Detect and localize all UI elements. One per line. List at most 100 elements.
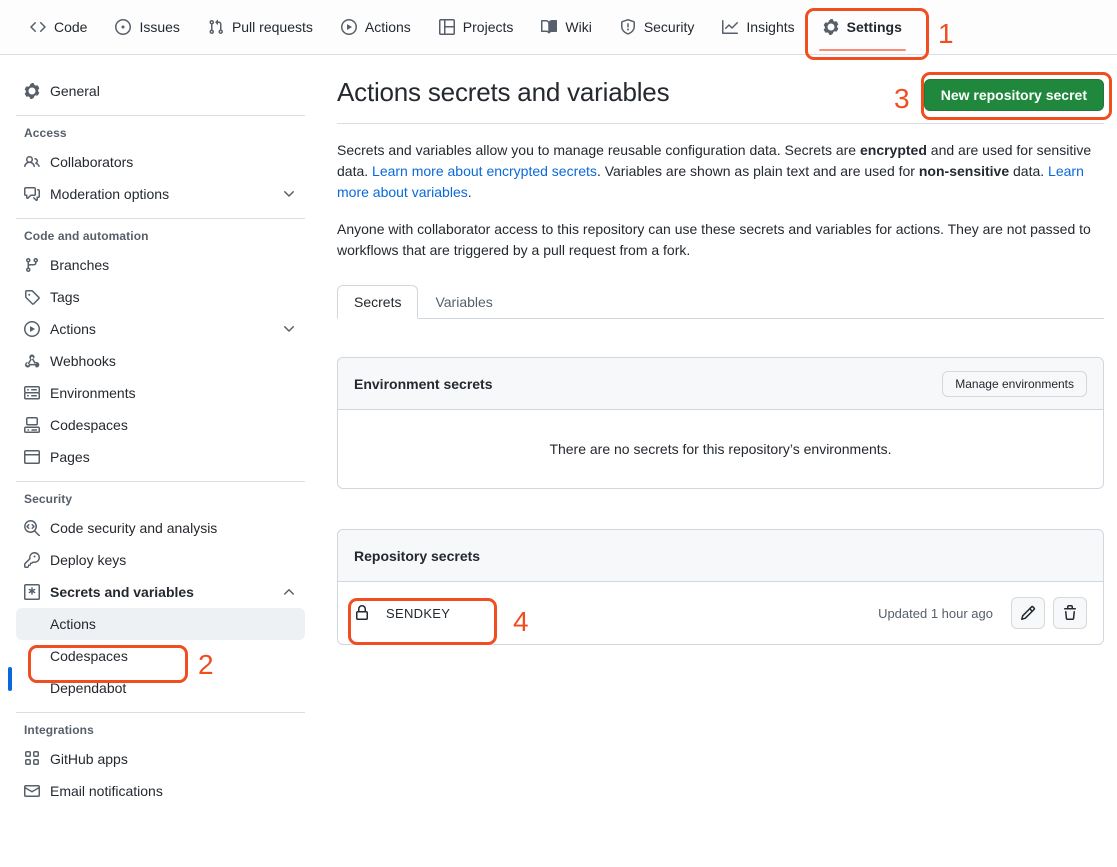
sidebar-item-secrets-codespaces[interactable]: Codespaces <box>16 640 305 672</box>
sidebar-item-label: Actions <box>50 616 96 632</box>
sidebar-item-collaborators[interactable]: Collaborators <box>16 146 305 178</box>
tab-code[interactable]: Code <box>18 0 99 54</box>
sidebar-item-label: Branches <box>50 257 109 273</box>
comment-discussion-icon <box>24 186 40 202</box>
tab-actions-label: Actions <box>365 19 411 35</box>
trash-icon <box>1062 605 1078 621</box>
settings-sidebar: General Access Collaborators Moderation … <box>0 55 321 867</box>
sidebar-divider <box>16 115 305 116</box>
sidebar-item-label: Dependabot <box>50 680 126 696</box>
learn-more-encrypted-secrets-link[interactable]: Learn more about encrypted secrets <box>372 163 597 179</box>
tab-security-label: Security <box>644 19 695 35</box>
sidebar-item-label: Moderation options <box>50 186 169 202</box>
people-icon <box>24 154 40 170</box>
tab-wiki[interactable]: Wiki <box>529 0 603 54</box>
sidebar-item-label: General <box>50 83 100 99</box>
play-icon <box>24 321 40 337</box>
tab-settings[interactable]: Settings <box>811 0 914 54</box>
tab-pull-requests-label: Pull requests <box>232 19 313 35</box>
environment-secrets-title: Environment secrets <box>354 376 493 392</box>
shield-icon <box>620 19 636 35</box>
lock-icon <box>354 605 370 621</box>
issue-opened-icon <box>115 19 131 35</box>
tab-projects[interactable]: Projects <box>427 0 526 54</box>
active-tab-underline <box>819 49 906 51</box>
sidebar-item-label: Tags <box>50 289 80 305</box>
git-branch-icon <box>24 257 40 273</box>
delete-secret-button[interactable] <box>1053 597 1087 629</box>
edit-secret-button[interactable] <box>1011 597 1045 629</box>
sidebar-divider <box>16 218 305 219</box>
sidebar-section-access: Access <box>24 126 305 140</box>
tag-icon <box>24 289 40 305</box>
sidebar-item-label: Codespaces <box>50 648 128 664</box>
gear-icon <box>823 19 839 35</box>
selected-item-indicator <box>8 667 12 691</box>
sidebar-item-tags[interactable]: Tags <box>16 281 305 313</box>
apps-grid-icon <box>24 751 40 767</box>
sidebar-item-label: Email notifications <box>50 783 163 799</box>
sidebar-item-codespaces[interactable]: Codespaces <box>16 409 305 441</box>
encrypted-bold: encrypted <box>860 142 927 158</box>
git-pull-request-icon <box>208 19 224 35</box>
sidebar-item-branches[interactable]: Branches <box>16 249 305 281</box>
repository-secrets-box: Repository secrets SENDKEY Updated 1 hou… <box>337 529 1104 645</box>
sidebar-item-label: Code security and analysis <box>50 520 217 536</box>
sidebar-section-code-automation: Code and automation <box>24 229 305 243</box>
chevron-down-icon <box>281 186 297 202</box>
sidebar-item-label: Webhooks <box>50 353 116 369</box>
chevron-up-icon <box>281 584 297 600</box>
manage-environments-button[interactable]: Manage environments <box>942 371 1087 397</box>
tab-variables[interactable]: Variables <box>418 285 509 319</box>
sidebar-section-integrations: Integrations <box>24 723 305 737</box>
tab-insights[interactable]: Insights <box>710 0 806 54</box>
gear-icon <box>24 83 40 99</box>
repo-tab-bar: Code Issues Pull requests Actions Projec… <box>0 0 1117 55</box>
tab-settings-label: Settings <box>847 19 902 35</box>
graph-icon <box>722 19 738 35</box>
environment-secrets-box: Environment secrets Manage environments … <box>337 357 1104 489</box>
browser-icon <box>24 449 40 465</box>
key-icon <box>24 552 40 568</box>
sidebar-item-general[interactable]: General <box>16 75 305 107</box>
server-icon <box>24 385 40 401</box>
tab-issues[interactable]: Issues <box>103 0 191 54</box>
description-text: . <box>468 184 472 200</box>
main-content: Actions secrets and variables New reposi… <box>337 55 1104 645</box>
sidebar-item-moderation-options[interactable]: Moderation options <box>16 178 305 210</box>
tab-pull-requests[interactable]: Pull requests <box>196 0 325 54</box>
sidebar-item-secrets-actions[interactable]: Actions <box>16 608 305 640</box>
tab-actions[interactable]: Actions <box>329 0 423 54</box>
chevron-down-icon <box>281 321 297 337</box>
sidebar-item-email-notifications[interactable]: Email notifications <box>16 775 305 807</box>
secret-updated-timestamp: Updated 1 hour ago <box>878 606 993 621</box>
sidebar-item-pages[interactable]: Pages <box>16 441 305 473</box>
codespaces-icon <box>24 417 40 433</box>
play-icon <box>341 19 357 35</box>
page-title: Actions secrets and variables <box>337 77 669 108</box>
codescan-icon <box>24 520 40 536</box>
sidebar-item-deploy-keys[interactable]: Deploy keys <box>16 544 305 576</box>
sidebar-item-webhooks[interactable]: Webhooks <box>16 345 305 377</box>
sidebar-item-environments[interactable]: Environments <box>16 377 305 409</box>
new-repository-secret-button[interactable]: New repository secret <box>924 79 1104 111</box>
sidebar-divider <box>16 481 305 482</box>
sidebar-item-label: Environments <box>50 385 136 401</box>
sidebar-item-label: Actions <box>50 321 96 337</box>
book-icon <box>541 19 557 35</box>
tab-insights-label: Insights <box>746 19 794 35</box>
sidebar-item-secrets-and-variables[interactable]: Secrets and variables <box>16 576 305 608</box>
sidebar-item-github-apps[interactable]: GitHub apps <box>16 743 305 775</box>
tab-security[interactable]: Security <box>608 0 707 54</box>
secret-name: SENDKEY <box>386 606 450 621</box>
non-sensitive-bold: non-sensitive <box>919 163 1009 179</box>
sidebar-item-actions[interactable]: Actions <box>16 313 305 345</box>
mail-icon <box>24 783 40 799</box>
description-paragraph: Secrets and variables allow you to manag… <box>337 140 1104 203</box>
sidebar-item-code-security[interactable]: Code security and analysis <box>16 512 305 544</box>
secret-row: SENDKEY Updated 1 hour ago <box>338 582 1103 644</box>
sidebar-item-label: Secrets and variables <box>50 584 194 600</box>
sidebar-item-secrets-dependabot[interactable]: Dependabot <box>16 672 305 704</box>
description-text: Secrets and variables allow you to manag… <box>337 142 860 158</box>
tab-secrets[interactable]: Secrets <box>337 285 418 319</box>
